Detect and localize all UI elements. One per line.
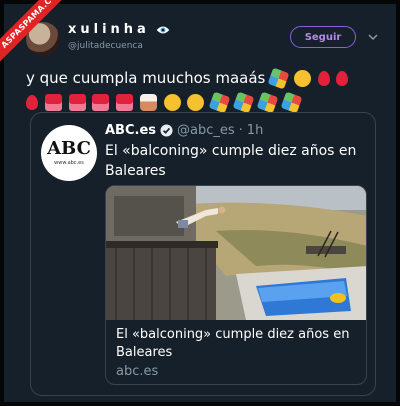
birthday-cake-icon	[139, 94, 157, 111]
eye-icon	[156, 26, 170, 33]
link-title[interactable]: El «balconing» cumple diez años en Balea…	[116, 326, 360, 362]
chevron-down-icon[interactable]	[368, 32, 378, 42]
clapping-hands-icon	[163, 94, 181, 111]
balloon-icon	[317, 71, 330, 86]
verified-icon	[160, 124, 173, 137]
party-popper-icon	[267, 67, 290, 90]
balloon-icon	[336, 71, 349, 86]
party-popper-icon	[232, 91, 255, 114]
clapping-hands-icon	[293, 70, 311, 87]
article-photo	[106, 186, 366, 320]
gift-icon	[68, 94, 86, 111]
quoted-tweet[interactable]: ABC www.abc.es ABC.es @abc_es · 1h El «b…	[30, 112, 376, 396]
quoted-handle[interactable]: @abc_es	[177, 123, 235, 138]
balloon-icon	[26, 95, 38, 110]
link-card[interactable]: El «balconing» cumple diez años en Balea…	[105, 185, 367, 385]
clapping-hands-icon	[187, 94, 205, 111]
separator-dot: ·	[238, 123, 243, 138]
quoted-author-row: ABC.es @abc_es · 1h	[105, 123, 263, 138]
tweet-text-body: y que cuumpla muuchos maaás	[26, 69, 266, 87]
user-handle[interactable]: @julitadecuenca	[68, 41, 143, 51]
quoted-time[interactable]: 1h	[247, 123, 264, 138]
tweet-text: y que cuumpla muuchos maaás	[26, 66, 376, 114]
gift-icon	[44, 94, 62, 111]
abc-logo-text: ABC	[47, 138, 91, 159]
author-row: xulinha	[68, 22, 170, 37]
party-popper-icon	[280, 91, 302, 114]
avatar[interactable]	[26, 22, 60, 56]
abc-logo-url: www.abc.es	[54, 160, 84, 166]
display-name[interactable]: xulinha	[68, 22, 150, 37]
quoted-text: El «balconing» cumple diez años en Balea…	[105, 143, 357, 179]
quoted-name[interactable]: ABC.es	[105, 123, 156, 138]
gift-icon	[116, 94, 134, 111]
party-popper-icon	[256, 91, 279, 114]
party-popper-icon	[208, 91, 231, 114]
tweet: xulinha @julitadecuenca Seguir y que cuu…	[4, 4, 396, 402]
link-domain[interactable]: abc.es	[116, 364, 158, 379]
abc-logo[interactable]: ABC www.abc.es	[41, 125, 97, 181]
follow-button[interactable]: Seguir	[290, 26, 356, 48]
gift-icon	[92, 94, 110, 111]
